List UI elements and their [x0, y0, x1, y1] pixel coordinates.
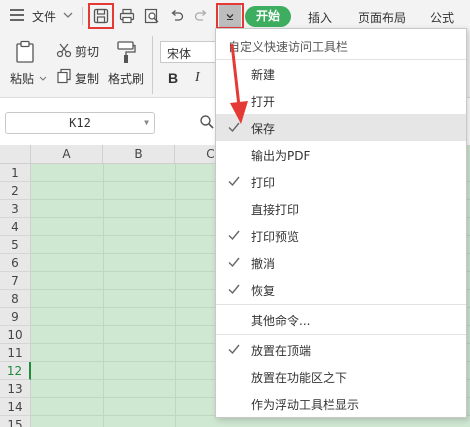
check-icon	[228, 176, 240, 187]
menu-item[interactable]: 放置在功能区之下	[216, 363, 466, 390]
row-header-13[interactable]: 13	[0, 380, 31, 398]
column-header-a[interactable]: A	[31, 145, 103, 164]
row-header-2[interactable]: 2	[0, 182, 31, 200]
cut-button[interactable]: 剪切	[75, 43, 99, 60]
file-menu[interactable]: 文件	[32, 8, 56, 25]
menu-item[interactable]: 新建	[216, 60, 466, 87]
format-painter-button[interactable]: 格式刷	[108, 70, 144, 87]
gridline	[103, 164, 104, 427]
chevron-down-icon[interactable]	[62, 9, 74, 21]
row-header-5[interactable]: 5	[0, 236, 31, 254]
copy-button[interactable]: 复制	[75, 70, 99, 87]
chevron-down-icon[interactable]	[39, 76, 47, 82]
undo-icon[interactable]	[166, 5, 188, 27]
check-icon	[228, 344, 240, 355]
menu-item[interactable]: 作为浮动工具栏显示	[216, 390, 466, 417]
menu-item[interactable]: 撤消	[216, 249, 466, 276]
menu-item-label: 打开	[251, 95, 276, 109]
ribbon-divider	[152, 36, 153, 94]
menu-item-label: 直接打印	[251, 203, 300, 217]
row-header-1[interactable]: 1	[0, 164, 31, 182]
column-header-b[interactable]: B	[103, 145, 175, 164]
menu-item-label: 放置在功能区之下	[251, 371, 348, 385]
paste-button[interactable]: 粘贴	[10, 70, 34, 87]
row-header-8[interactable]: 8	[0, 290, 31, 308]
row-header-14[interactable]: 14	[0, 398, 31, 416]
menu-divider	[216, 304, 466, 305]
menu-header: 自定义快速访问工具栏	[228, 40, 349, 54]
italic-button[interactable]: I	[195, 70, 200, 86]
menu-item-label: 作为浮动工具栏显示	[251, 398, 360, 412]
row-header-11[interactable]: 11	[0, 344, 31, 362]
font-name-select[interactable]: 宋体	[160, 41, 218, 63]
menu-item[interactable]: 直接打印	[216, 195, 466, 222]
chevron-down-icon[interactable]: ▼	[144, 113, 149, 133]
check-icon	[228, 230, 240, 241]
search-icon[interactable]	[199, 114, 215, 130]
row-header-10[interactable]: 10	[0, 326, 31, 344]
tab-home[interactable]: 开始	[245, 6, 291, 27]
row-header-12[interactable]: 12	[0, 362, 31, 380]
menu-item[interactable]: 保存	[216, 114, 466, 141]
menu-item-label: 输出为PDF	[251, 149, 311, 163]
tab-insert[interactable]: 插入	[308, 9, 332, 26]
menu-item-label: 恢复	[251, 284, 276, 298]
menu-item[interactable]: 打印	[216, 168, 466, 195]
row-header-9[interactable]: 9	[0, 308, 31, 326]
menu-item-label: 其他命令...	[251, 314, 311, 328]
menu-item-label: 放置在顶端	[251, 344, 312, 358]
customize-highlight-box	[216, 3, 244, 29]
menu-icon[interactable]	[10, 9, 24, 21]
check-icon	[228, 284, 240, 295]
bold-button[interactable]: B	[168, 70, 178, 86]
name-box-value: K12	[69, 116, 91, 130]
menu-item-label: 撤消	[251, 257, 276, 271]
tab-formulas[interactable]: 公式	[430, 9, 454, 26]
format-painter-icon[interactable]	[115, 40, 137, 64]
print-preview-icon[interactable]	[141, 5, 163, 27]
gridline	[175, 164, 176, 427]
name-box[interactable]: K12 ▼	[5, 112, 155, 134]
select-all-corner[interactable]	[0, 145, 31, 164]
check-icon	[228, 122, 240, 133]
copy-icon[interactable]	[56, 68, 72, 84]
check-icon	[228, 257, 240, 268]
menu-item[interactable]: 放置在顶端	[216, 336, 466, 363]
customize-quick-access-menu: 自定义快速访问工具栏 新建打开保存输出为PDF 打印直接打印打印预览撤消恢复其他命…	[215, 28, 467, 418]
row-header-7[interactable]: 7	[0, 272, 31, 290]
row-header-4[interactable]: 4	[0, 218, 31, 236]
menu-item[interactable]: 打印预览	[216, 222, 466, 249]
menu-item-label: 打印预览	[251, 230, 300, 244]
print-icon[interactable]	[116, 5, 138, 27]
tab-page-layout[interactable]: 页面布局	[358, 9, 406, 26]
menu-item[interactable]: 其他命令...	[216, 306, 466, 333]
menu-item-label: 保存	[251, 122, 276, 136]
menu-item[interactable]: 恢复	[216, 276, 466, 303]
redo-icon[interactable]	[190, 5, 212, 27]
row-header-15[interactable]: 15	[0, 416, 31, 427]
row-header-3[interactable]: 3	[0, 200, 31, 218]
menu-item-label: 打印	[251, 176, 276, 190]
toolbar-divider	[82, 7, 83, 25]
paste-icon[interactable]	[15, 40, 37, 64]
row-header-6[interactable]: 6	[0, 254, 31, 272]
menu-item[interactable]: 输出为PDF	[216, 141, 466, 168]
scissors-icon[interactable]	[56, 42, 72, 58]
menu-divider	[216, 334, 466, 335]
menu-item[interactable]: 打开	[216, 87, 466, 114]
menu-item-label: 新建	[251, 68, 276, 82]
save-highlight-box	[88, 3, 114, 29]
